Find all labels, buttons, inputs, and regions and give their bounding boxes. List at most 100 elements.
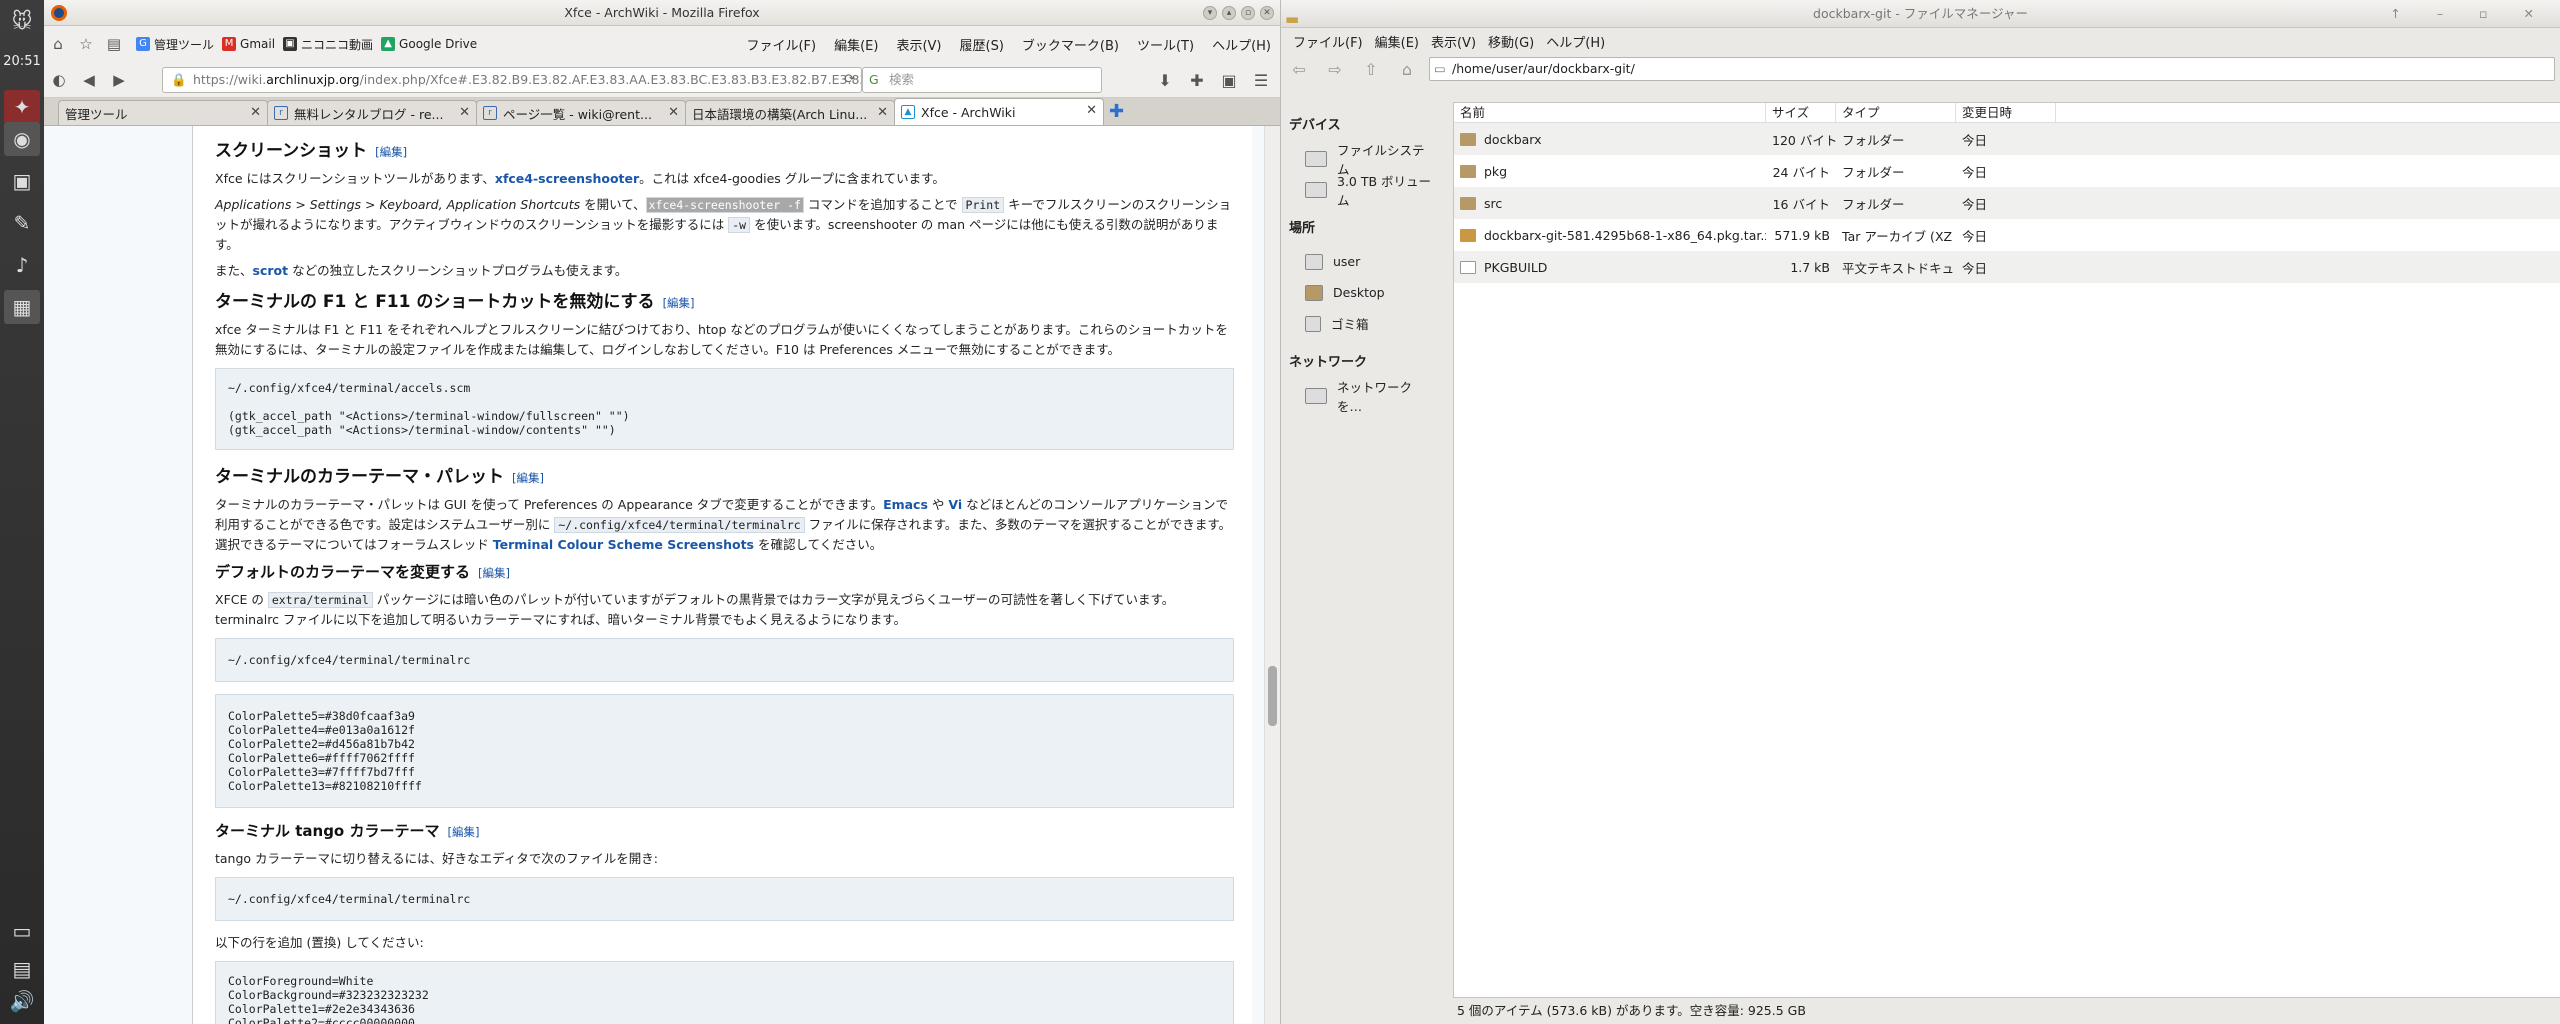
terminal-icon[interactable]: ▣ bbox=[4, 164, 40, 198]
back-arrow-icon[interactable]: ⇦ bbox=[1281, 60, 1317, 79]
file-row[interactable]: dockbarx 120 バイト フォルダー 今日 bbox=[1454, 123, 2560, 155]
edit-link[interactable]: [編集] bbox=[512, 471, 544, 485]
edit-link[interactable]: [編集] bbox=[447, 825, 479, 839]
download-icon[interactable]: ⬇ bbox=[1152, 66, 1178, 94]
fm-menu-go[interactable]: 移動(G) bbox=[1482, 32, 1540, 51]
link[interactable]: scrot bbox=[253, 263, 289, 278]
menu-help[interactable]: ヘルプ(H) bbox=[1203, 35, 1280, 54]
tab[interactable]: r 無料レンタルブログ - re... ✕ bbox=[267, 100, 477, 125]
addon-icon[interactable]: ✚ bbox=[1184, 66, 1210, 94]
sidebar-item-network[interactable]: ネットワークを… bbox=[1289, 380, 1435, 414]
panel-clock[interactable]: 20:51 bbox=[0, 54, 44, 69]
forward-arrow-icon[interactable]: ⇨ bbox=[1317, 60, 1353, 79]
sidebar-heading: ネットワーク bbox=[1289, 355, 1368, 370]
folder-icon bbox=[1460, 164, 1476, 178]
fm-menu-help[interactable]: ヘルプ(H) bbox=[1540, 32, 1611, 51]
menu-edit[interactable]: 編集(E) bbox=[825, 35, 887, 54]
window-controls[interactable]: ↑ – ▫ ✕ bbox=[2390, 0, 2550, 28]
close-button[interactable]: ✕ bbox=[1260, 6, 1274, 20]
tab-close-icon[interactable]: ✕ bbox=[877, 105, 888, 120]
fm-menu-file[interactable]: ファイル(F) bbox=[1287, 32, 1369, 51]
bookmark-item[interactable]: ▲ Google Drive bbox=[381, 37, 477, 51]
menu-bar: ファイル(F) 編集(E) 表示(V) 履歴(S) ブックマーク(B) ツール(… bbox=[737, 26, 1280, 62]
edit-link[interactable]: [編集] bbox=[663, 296, 695, 310]
tab-close-icon[interactable]: ✕ bbox=[668, 105, 679, 120]
drive-icon bbox=[1305, 150, 1327, 167]
desktop-folder-icon bbox=[1305, 284, 1323, 301]
text-editor-icon[interactable]: ✎ bbox=[4, 206, 40, 240]
tab[interactable]: 管理ツール ✕ bbox=[58, 100, 268, 125]
home-icon[interactable]: ⌂ bbox=[1389, 60, 1425, 79]
column-header-date[interactable]: 変更日時 bbox=[1956, 103, 2056, 122]
tab-close-icon[interactable]: ✕ bbox=[1086, 103, 1097, 118]
scrollbar-thumb[interactable] bbox=[1268, 666, 1277, 726]
scrollbar[interactable] bbox=[1264, 126, 1280, 1024]
sidebar-item-filesystem[interactable]: ファイルシステム bbox=[1289, 143, 1435, 177]
whisker-menu-icon[interactable]: 🐭 bbox=[4, 4, 40, 38]
file-row[interactable]: src 16 バイト フォルダー 今日 bbox=[1454, 187, 2560, 219]
file-manager-panel-icon[interactable]: ▭ bbox=[4, 914, 40, 948]
menu-history[interactable]: 履歴(S) bbox=[951, 35, 1013, 54]
edit-link[interactable]: [編集] bbox=[478, 566, 510, 580]
search-input[interactable]: G 検索 bbox=[862, 67, 1102, 93]
fm-menu-edit[interactable]: 編集(E) bbox=[1369, 32, 1425, 51]
link[interactable]: Emacs bbox=[883, 497, 928, 512]
screenshot-app-icon[interactable]: ▦ bbox=[4, 290, 40, 324]
column-header-size[interactable]: サイズ bbox=[1766, 103, 1836, 122]
bookmark-star-icon[interactable]: ☆ bbox=[72, 30, 100, 58]
file-row[interactable]: dockbarx-git-581.4295b68-1-x86_64.pkg.ta… bbox=[1454, 219, 2560, 251]
code-block: ColorForeground=White ColorBackground=#3… bbox=[215, 961, 1234, 1024]
tab[interactable]: 日本語環境の構築(Arch Linu... ✕ bbox=[685, 100, 895, 125]
link[interactable]: Terminal Colour Scheme Screenshots bbox=[493, 537, 754, 552]
up-arrow-icon[interactable]: ⇧ bbox=[1353, 60, 1389, 79]
file-row[interactable]: pkg 24 バイト フォルダー 今日 bbox=[1454, 155, 2560, 187]
dictionary-icon[interactable]: ♪ bbox=[4, 248, 40, 282]
home-icon[interactable]: ⌂ bbox=[44, 30, 72, 58]
bookmark-item[interactable]: ▣ ニコニコ動画 bbox=[283, 36, 373, 53]
sidebar-item-user[interactable]: user bbox=[1289, 246, 1435, 277]
url-bar[interactable]: 🔒 https://wiki.archlinuxjp.org/index.php… bbox=[162, 67, 862, 93]
fm-menu-view[interactable]: 表示(V) bbox=[1425, 32, 1482, 51]
new-tab-button[interactable]: ✚ bbox=[1109, 101, 1124, 122]
bookmark-item[interactable]: M Gmail bbox=[222, 37, 275, 51]
maximize-button[interactable]: ▫ bbox=[1241, 6, 1255, 20]
forward-button[interactable]: ▶ bbox=[104, 66, 134, 94]
column-header-name[interactable]: 名前 bbox=[1454, 103, 1766, 122]
column-header-type[interactable]: タイプ bbox=[1836, 103, 1956, 122]
link[interactable]: Vi bbox=[948, 497, 962, 512]
firefox-titlebar[interactable]: Xfce - ArchWiki - Mozilla Firefox ▾ ▴ ▫ … bbox=[44, 0, 1280, 26]
menu-tools[interactable]: ツール(T) bbox=[1128, 35, 1203, 54]
refresh-icon[interactable]: ⟳ bbox=[844, 68, 855, 92]
tab-close-icon[interactable]: ✕ bbox=[250, 105, 261, 120]
tab[interactable]: r ページ一覧 - wiki@rent... ✕ bbox=[476, 100, 686, 125]
sidebar-item-trash[interactable]: ゴミ箱 bbox=[1289, 308, 1435, 339]
firefox-icon[interactable]: ◉ bbox=[4, 122, 40, 156]
xfce-panel: 🐭 20:51 ✦ ◉ ▣ ✎ ♪ ▦ ▭ ▤ 🔊 bbox=[0, 0, 44, 1024]
menu-view[interactable]: 表示(V) bbox=[887, 35, 950, 54]
hamburger-menu-icon[interactable]: ☰ bbox=[1248, 66, 1274, 94]
printer-icon[interactable]: ▤ bbox=[4, 952, 40, 986]
reload-spinner-icon[interactable]: ◐ bbox=[44, 66, 74, 94]
menu-bookmarks[interactable]: ブックマーク(B) bbox=[1013, 35, 1128, 54]
minimize-button[interactable]: ▴ bbox=[1222, 6, 1236, 20]
tab-close-icon[interactable]: ✕ bbox=[459, 105, 470, 120]
volume-icon[interactable]: 🔊 bbox=[4, 984, 40, 1018]
sidebar-item-volume[interactable]: 3.0 TB ボリューム bbox=[1289, 174, 1435, 208]
file-row[interactable]: PKGBUILD 1.7 kB 平文テキストドキュ 今日 bbox=[1454, 251, 2560, 283]
sidebar-item-desktop[interactable]: Desktop bbox=[1289, 277, 1435, 308]
library-icon[interactable]: ▤ bbox=[100, 30, 128, 58]
link[interactable]: xfce4-screenshooter bbox=[495, 171, 639, 186]
fm-sidebar: デバイス ファイルシステム 3.0 TB ボリューム 場所 user Deskt… bbox=[1281, 100, 1443, 1024]
edit-link[interactable]: [編集] bbox=[375, 145, 407, 159]
menu-file[interactable]: ファイル(F) bbox=[737, 35, 825, 54]
app-launcher-icon[interactable]: ✦ bbox=[4, 90, 40, 124]
clipboard-icon[interactable]: ▣ bbox=[1216, 66, 1242, 94]
path-input[interactable]: ▭/home/user/aur/dockbarx-git/ bbox=[1429, 57, 2555, 81]
back-button[interactable]: ◀ bbox=[74, 66, 104, 94]
fm-titlebar[interactable]: ▬ dockbarx-git - ファイルマネージャー ↑ – ▫ ✕ bbox=[1281, 0, 2560, 28]
nicovideo-icon: ▣ bbox=[283, 37, 298, 51]
bookmark-item[interactable]: G 管理ツール bbox=[136, 36, 214, 53]
code-block: ~/.config/xfce4/terminal/accels.scm (gtk… bbox=[215, 368, 1234, 450]
tab-active[interactable]: ▲ Xfce - ArchWiki ✕ bbox=[894, 98, 1104, 125]
window-menu-button[interactable]: ▾ bbox=[1203, 6, 1217, 20]
